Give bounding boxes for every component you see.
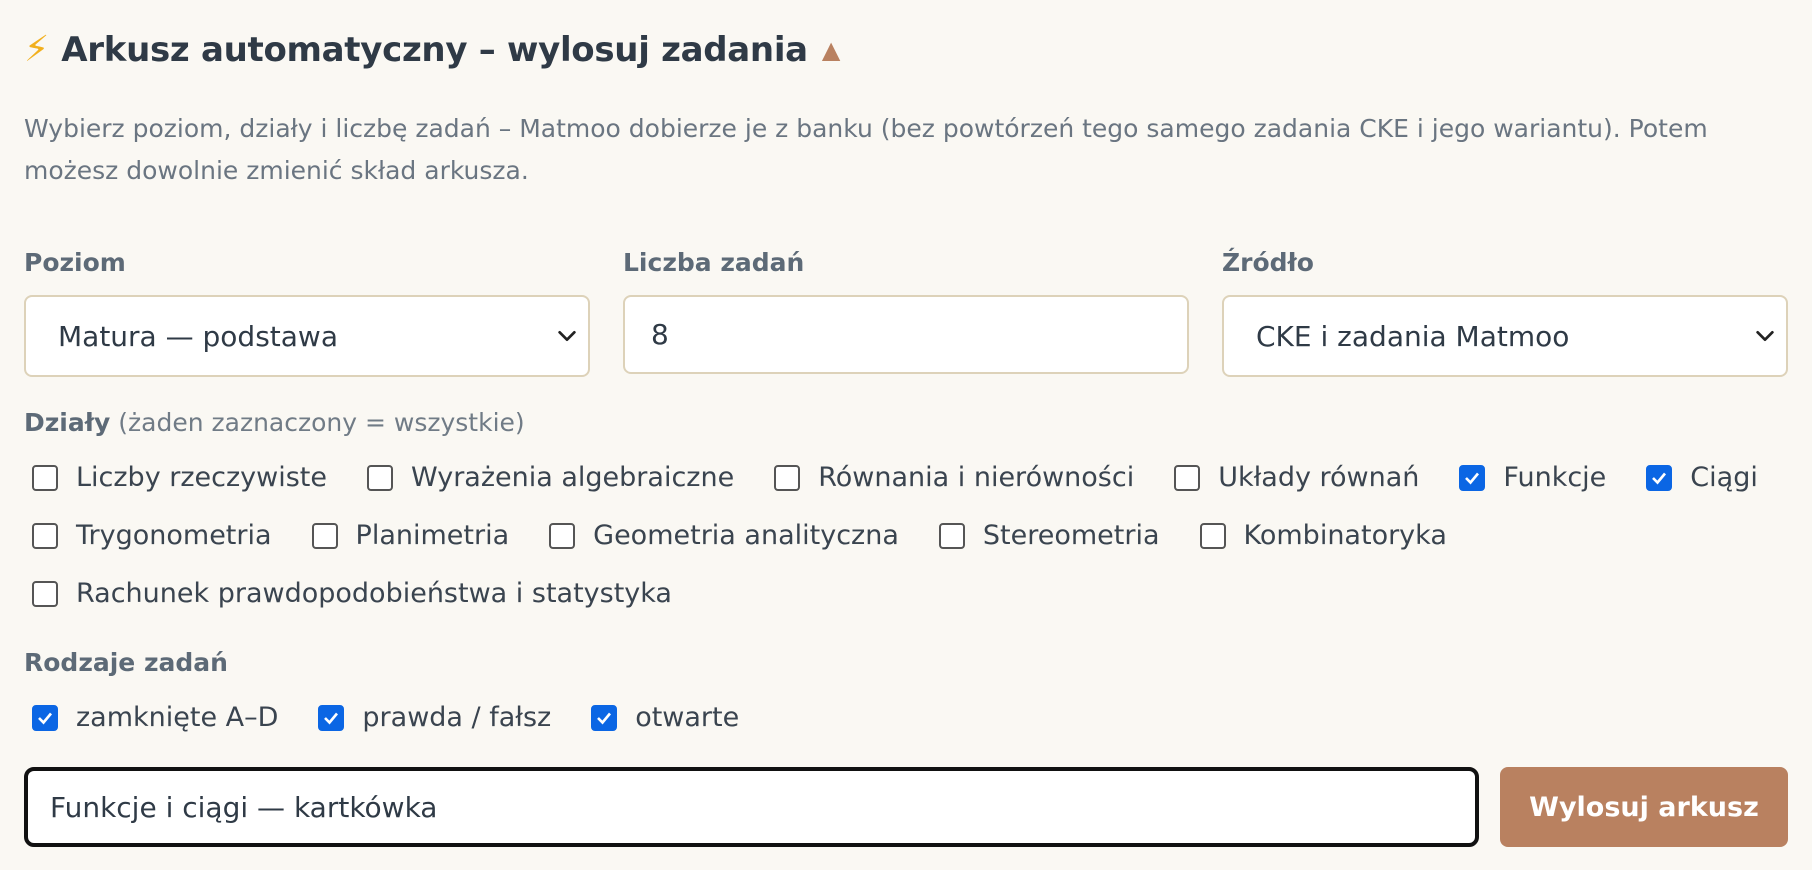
topic-trygonometria[interactable]: Trygonometria	[32, 520, 272, 551]
draw-sheet-button[interactable]: Wylosuj arkusz	[1500, 767, 1788, 847]
level-select[interactable]: Matura — podstawa	[24, 295, 590, 377]
topics-label: Działy	[24, 408, 111, 437]
topics-row-3: Rachunek prawdopodobieństwa i statystyka	[32, 578, 672, 609]
topics-row-2: Trygonometria Planimetria Geometria anal…	[32, 520, 1447, 551]
topic-label: Liczby rzeczywiste	[76, 462, 327, 493]
source-select[interactable]: CKE i zadania Matmoo	[1222, 295, 1788, 377]
level-select-value: Matura — podstawa	[58, 319, 338, 353]
checkbox[interactable]	[367, 464, 393, 491]
checkbox[interactable]	[938, 522, 965, 549]
topic-liczby-rzeczywiste[interactable]: Liczby rzeczywiste	[32, 462, 327, 493]
chevron-down-icon	[558, 330, 576, 342]
chevron-down-icon	[1756, 330, 1774, 342]
checkbox[interactable]	[591, 704, 618, 731]
topic-rownania-i-nierownosci[interactable]: Równania i nierówności	[774, 462, 1134, 493]
checkbox[interactable]	[1646, 464, 1673, 491]
level-label: Poziom	[24, 248, 126, 277]
checkbox[interactable]	[32, 522, 58, 549]
task-type-zamkniete[interactable]: zamknięte A–D	[32, 702, 278, 733]
source-select-value: CKE i zadania Matmoo	[1256, 319, 1570, 353]
topic-geometria-analityczna[interactable]: Geometria analityczna	[549, 520, 899, 551]
checkbox[interactable]	[32, 464, 58, 491]
triangle-up-icon[interactable]: ▲	[822, 36, 840, 64]
task-type-label: prawda / fałsz	[362, 702, 552, 733]
topic-label: Geometria analityczna	[593, 520, 899, 551]
topic-label: Trygonometria	[76, 520, 272, 551]
topic-wyrazenia-algebraiczne[interactable]: Wyrażenia algebraiczne	[367, 462, 734, 493]
task-types-row: zamknięte A–D prawda / fałsz otwarte	[32, 702, 739, 733]
topic-label: Rachunek prawdopodobieństwa i statystyka	[76, 578, 672, 609]
topics-heading: Działy (żaden zaznaczony = wszystkie)	[24, 408, 525, 437]
topic-planimetria[interactable]: Planimetria	[311, 520, 510, 551]
topic-label: Ciągi	[1690, 462, 1758, 493]
count-label: Liczba zadań	[623, 248, 805, 277]
count-input[interactable]: 8	[623, 295, 1189, 374]
topic-funkcje[interactable]: Funkcje	[1459, 462, 1606, 493]
task-type-prawda-falsz[interactable]: prawda / fałsz	[318, 702, 551, 733]
topic-label: Układy równań	[1218, 462, 1420, 493]
checkbox[interactable]	[1174, 464, 1201, 491]
source-label: Źródło	[1222, 248, 1314, 277]
checkbox[interactable]	[1199, 522, 1226, 549]
sheet-name-value: Funkcje i ciągi — kartkówka	[50, 790, 438, 824]
topic-rachunek-prawdopodobienstwa[interactable]: Rachunek prawdopodobieństwa i statystyka	[32, 578, 672, 609]
checkbox[interactable]	[774, 464, 801, 491]
checkbox[interactable]	[32, 704, 58, 731]
sheet-name-input[interactable]: Funkcje i ciągi — kartkówka	[24, 767, 1479, 847]
topic-kombinatoryka[interactable]: Kombinatoryka	[1199, 520, 1447, 551]
lightning-icon: ⚡	[24, 29, 50, 70]
topic-label: Kombinatoryka	[1243, 520, 1447, 551]
checkbox[interactable]	[318, 704, 345, 731]
topics-hint: (żaden zaznaczony = wszystkie)	[118, 408, 525, 437]
checkbox[interactable]	[549, 522, 576, 549]
checkbox[interactable]	[1459, 464, 1486, 491]
task-type-otwarte[interactable]: otwarte	[591, 702, 739, 733]
task-type-label: zamknięte A–D	[76, 702, 279, 733]
topic-ciagi[interactable]: Ciągi	[1646, 462, 1758, 493]
topic-label: Funkcje	[1503, 462, 1607, 493]
checkbox[interactable]	[32, 580, 58, 607]
topic-stereometria[interactable]: Stereometria	[938, 520, 1160, 551]
count-input-value: 8	[651, 318, 669, 351]
topic-label: Planimetria	[355, 520, 510, 551]
panel-title: Arkusz automatyczny – wylosuj zadania	[61, 30, 808, 70]
topic-label: Stereometria	[982, 520, 1160, 551]
panel-description: Wybierz poziom, działy i liczbę zadań – …	[24, 114, 1708, 185]
topic-label: Równania i nierówności	[818, 462, 1135, 493]
topic-uklady-rownan[interactable]: Układy równań	[1174, 462, 1419, 493]
topic-label: Wyrażenia algebraiczne	[411, 462, 735, 493]
topics-row-1: Liczby rzeczywiste Wyrażenia algebraiczn…	[32, 462, 1758, 493]
checkbox[interactable]	[311, 522, 338, 549]
panel-header[interactable]: ⚡ Arkusz automatyczny – wylosuj zadania …	[24, 30, 840, 70]
task-types-label: Rodzaje zadań	[24, 648, 228, 677]
task-type-label: otwarte	[635, 702, 740, 733]
